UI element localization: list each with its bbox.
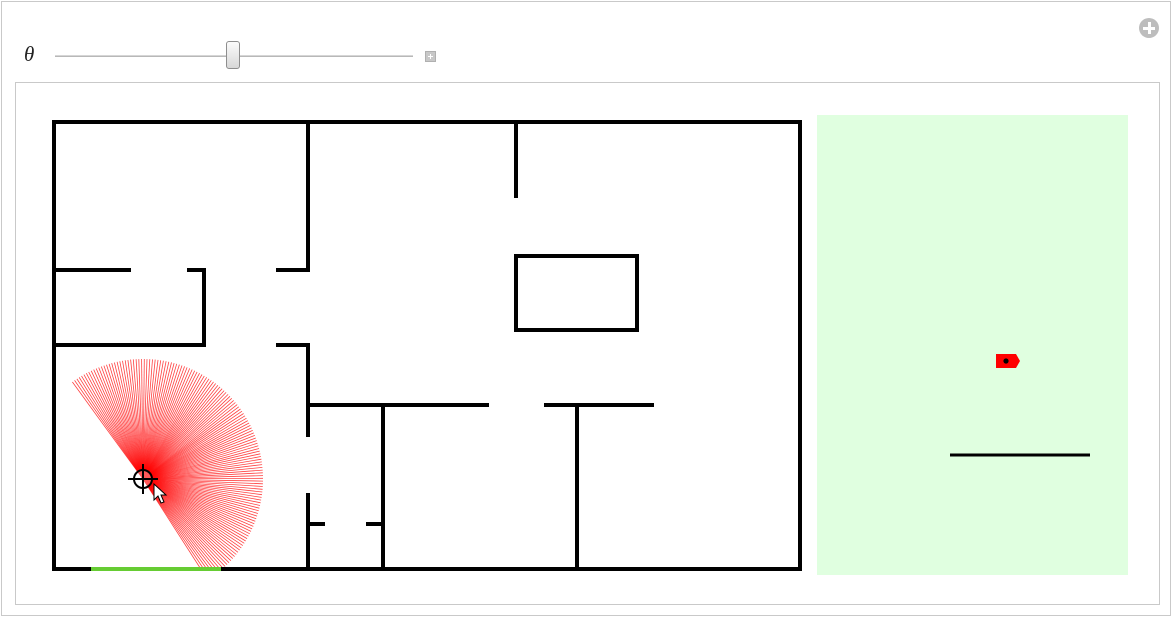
local-view-panel — [817, 115, 1128, 575]
floorplan-scene — [52, 115, 1128, 575]
inner-block-wall — [514, 254, 639, 332]
sensor-ray-fan — [72, 358, 264, 570]
robot-center-dot — [1003, 358, 1009, 364]
sensor-ray — [98, 367, 144, 480]
